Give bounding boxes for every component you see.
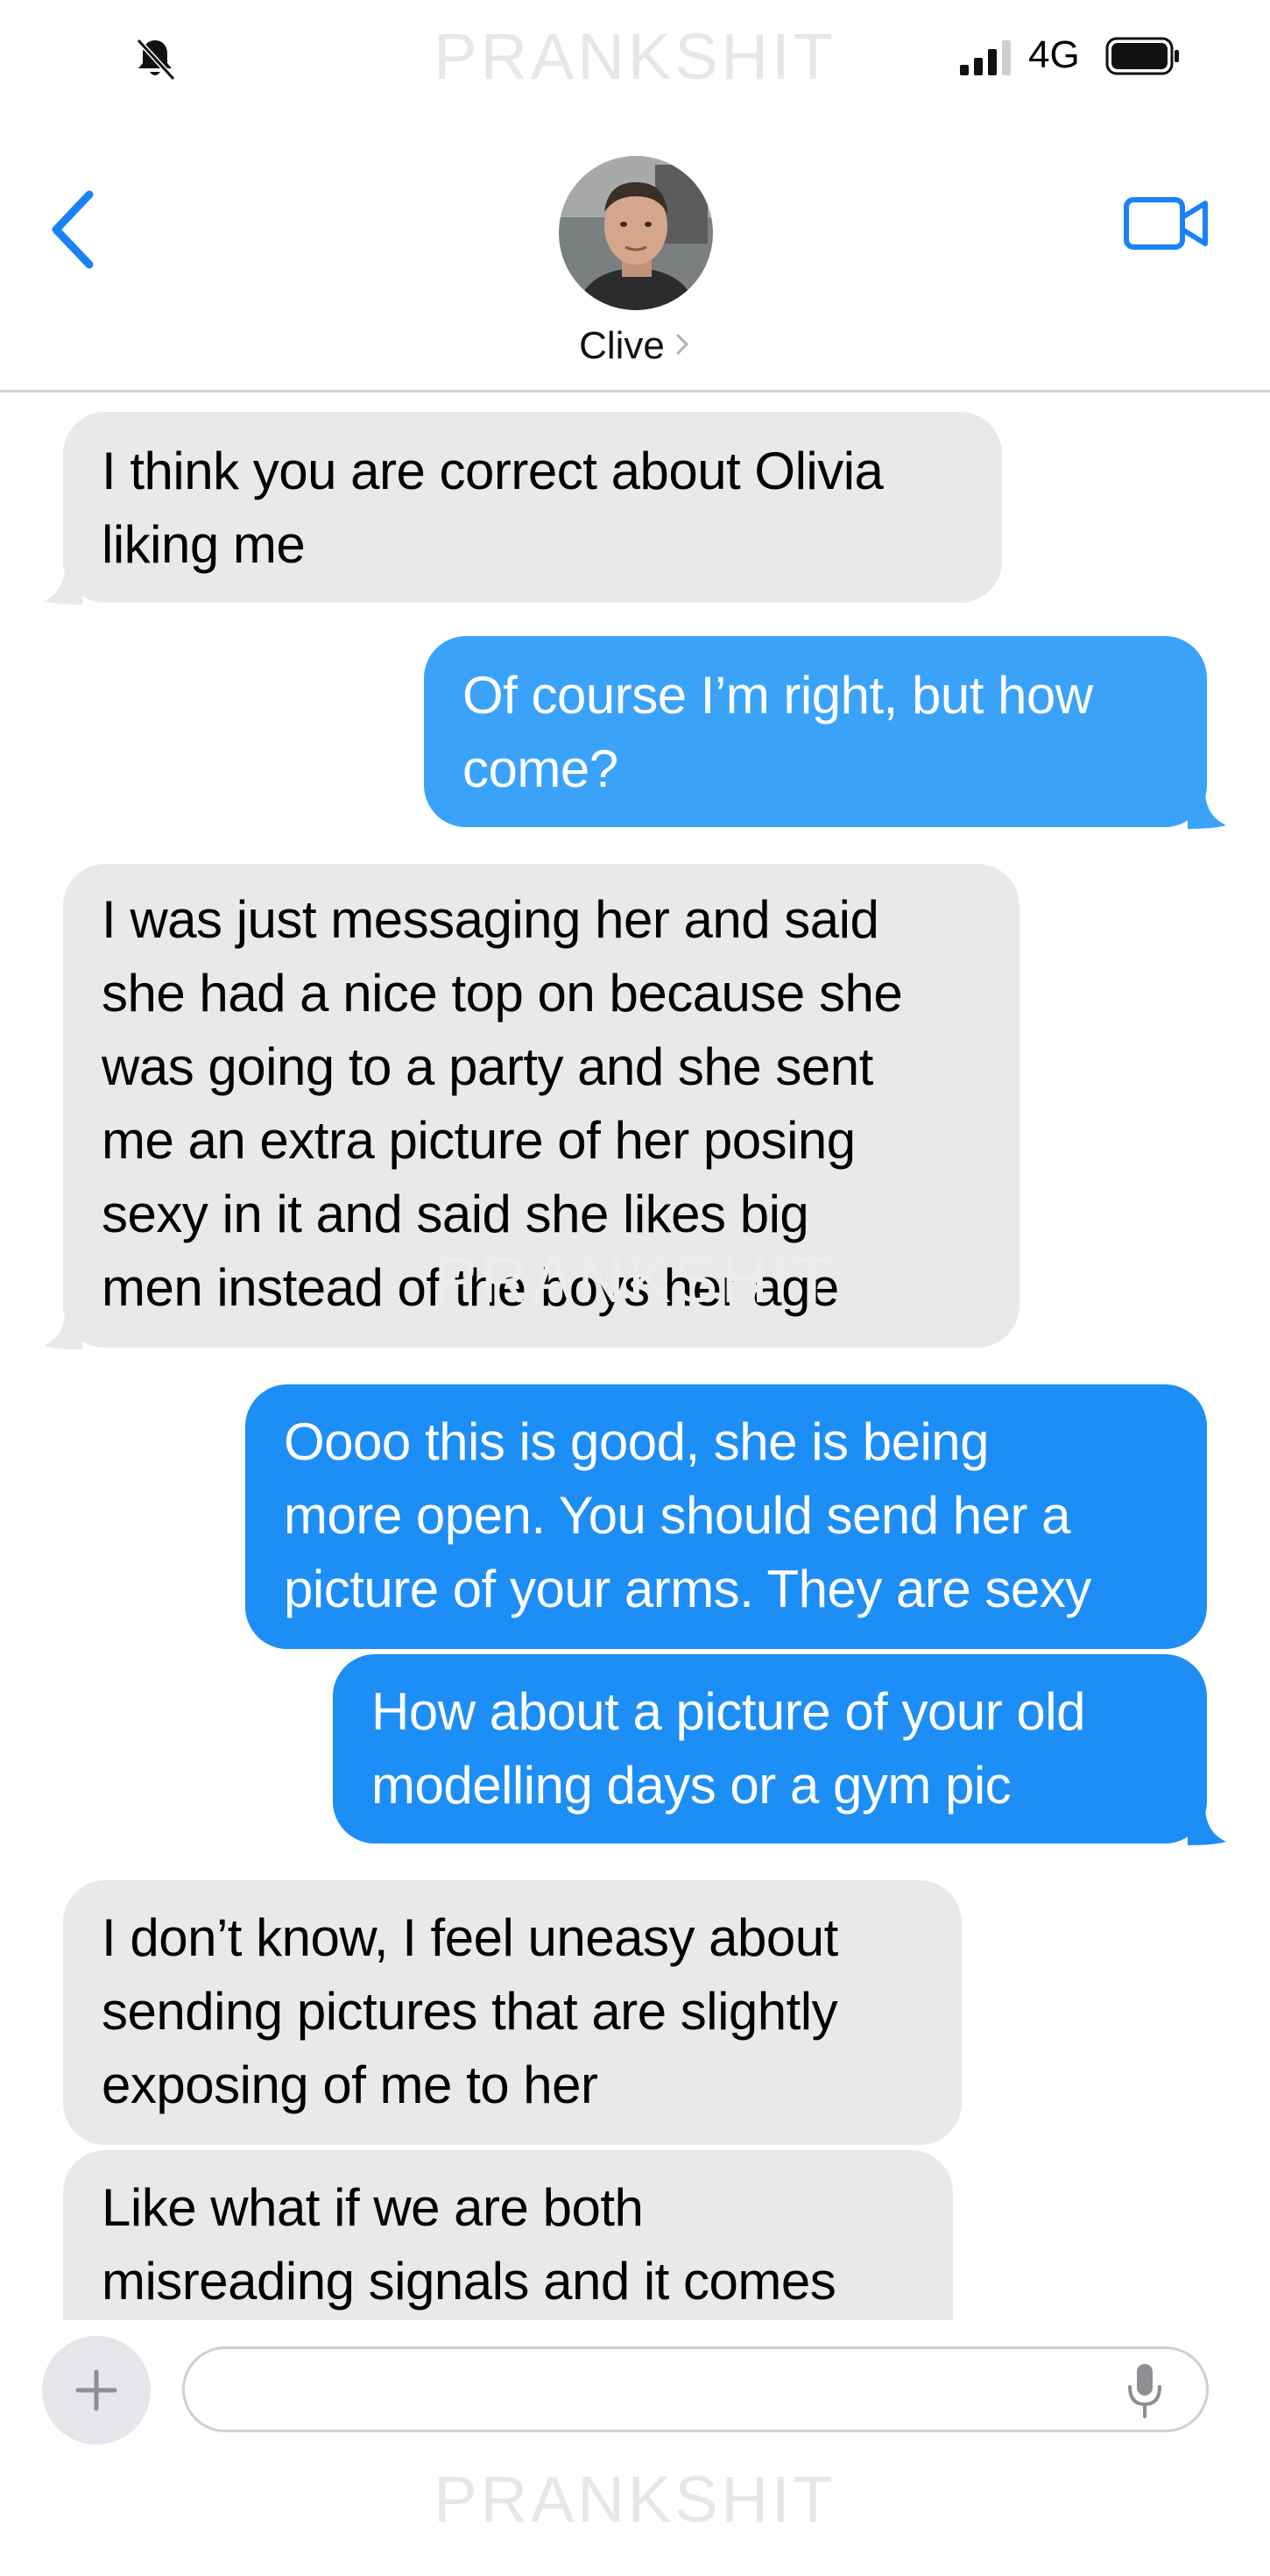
message-text: I think you are correct about Olivia lik…	[102, 442, 884, 574]
add-attachment-button[interactable]	[42, 2336, 151, 2445]
battery-icon	[1105, 37, 1179, 75]
message-text: How about a picture of your old modellin…	[371, 1682, 1085, 1815]
message-text: I don’t know, I feel uneasy about sendin…	[102, 1908, 838, 2114]
conversation-header: Clive	[0, 114, 1270, 393]
bubble-tail	[1188, 794, 1226, 829]
message-bubble-received[interactable]: Like what if we are both misreading sign…	[63, 2150, 953, 2320]
bubble-tail	[44, 570, 82, 605]
message-text: Oooo this is good, she is being more ope…	[284, 1412, 1091, 1618]
network-type: 4G	[1028, 33, 1080, 76]
message-list[interactable]: I think you are correct about Olivia lik…	[0, 393, 1270, 2320]
bubble-tail	[44, 1314, 82, 1349]
video-camera-icon[interactable]	[1123, 195, 1210, 252]
plus-icon	[75, 2369, 117, 2411]
message-input[interactable]	[182, 2346, 1209, 2432]
avatar[interactable]	[559, 156, 713, 310]
microphone-icon[interactable]	[1125, 2362, 1165, 2420]
contact-name-button[interactable]: Clive	[0, 324, 1270, 368]
message-bubble-sent[interactable]: Of course I’m right, but how come?	[424, 636, 1226, 829]
message-bubble-received[interactable]: I think you are correct about Olivia lik…	[44, 412, 1002, 605]
message-bubble-received[interactable]: I don’t know, I feel uneasy about sendin…	[63, 1880, 962, 2145]
avatar-photo	[559, 156, 713, 310]
bubble-tail	[1188, 1810, 1226, 1845]
message-bubble-sent[interactable]: Oooo this is good, she is being more ope…	[245, 1384, 1207, 1649]
status-bar: PRANKSHIT 4G	[0, 0, 1270, 114]
watermark-bottom: PRANKSHIT	[434, 2463, 836, 2536]
chevron-left-icon[interactable]	[47, 188, 100, 272]
contact-name: Clive	[579, 324, 665, 367]
message-text: Like what if we are both misreading sign…	[102, 2178, 836, 2311]
watermark-middle: PRANKSHIT	[434, 1243, 836, 1316]
chevron-right-icon	[676, 334, 688, 355]
message-bubble-sent[interactable]: How about a picture of your old modellin…	[333, 1654, 1226, 1845]
message-composer: PRANKSHIT	[0, 2320, 1270, 2576]
cellular-signal-icon	[960, 40, 1011, 75]
message-text: Of course I’m right, but how come?	[462, 666, 1093, 798]
